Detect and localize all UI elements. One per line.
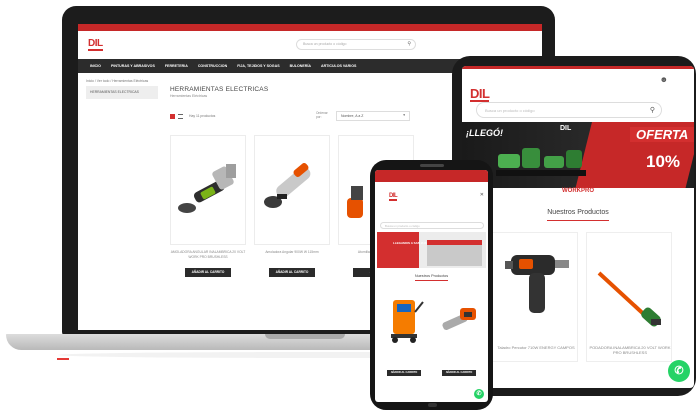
product-name[interactable]: PODADORA INALAMBRICA 20 VOLT WORK PRO BR… [587, 345, 673, 355]
chainsaw-image [442, 308, 476, 330]
add-to-cart-button[interactable]: AÑADIR AL CARRITO [269, 268, 315, 277]
banner-red-panel [377, 232, 419, 268]
product-card[interactable]: Amoladora Angular 900W W 115mm AÑADIR AL… [254, 135, 330, 277]
decorative-line [57, 358, 69, 360]
site-header: DIL ✕ [375, 182, 488, 204]
product-card[interactable]: Taladro Percutor 710W ENERGY CAMPOS [492, 232, 578, 362]
banner-logo: DIL [560, 125, 572, 132]
grid-view-icon[interactable] [170, 113, 175, 119]
product-card[interactable]: AÑADIR AL CARRITO [379, 288, 429, 380]
nav-item-pinturas[interactable]: PINTURAS Y ABRASIVOS [111, 64, 155, 68]
store-building-image [427, 240, 482, 266]
results-count: Hay 11 productos [189, 114, 216, 118]
pressure-washer-image [391, 300, 424, 343]
search-placeholder: Busca un producto o código [303, 42, 347, 46]
brand-label: WORKPRO [562, 188, 594, 194]
device-mockup-stage: DIL Busca un producto o código ⚲ INICIO … [0, 0, 697, 411]
angle-grinder-image [264, 163, 311, 208]
search-icon[interactable]: ⚲ [650, 106, 655, 114]
hammer-drill-image [505, 255, 569, 313]
add-to-cart-button[interactable]: AÑADIR AL CARRITO [387, 370, 421, 376]
promo-banner[interactable]: LLEGAMOS A SAN JUAN [377, 232, 486, 268]
nav-item-fija-tejidos[interactable]: FIJA, TEJIDOS Y SOGAS [237, 64, 279, 68]
whatsapp-icon[interactable]: ✆ [474, 389, 484, 399]
product-name[interactable]: Amoladora Angular 900W W 115mm [254, 250, 330, 268]
banner-text: LLEGAMOS A SAN JUAN [393, 241, 429, 245]
nav-item-buloneria[interactable]: BULONERÍA [290, 64, 311, 68]
search-input[interactable]: Busca un producto o código [380, 222, 484, 229]
nav-item-ferreteria[interactable]: FERRETERIA [165, 64, 188, 68]
search-input[interactable]: Busca un producto o código ⚲ [476, 102, 662, 118]
banner-percent: 10% [646, 152, 681, 171]
site-logo[interactable]: DIL [470, 87, 490, 102]
product-image[interactable] [170, 135, 246, 245]
banner-headline: ¡LLEGÓ! [466, 128, 503, 138]
nav-item-construccion[interactable]: CONSTRUCCION [198, 64, 227, 68]
add-to-cart-button[interactable]: AÑADIR AL CARRITO [185, 268, 231, 277]
angle-grinder-image [178, 164, 236, 213]
whatsapp-icon[interactable]: ✆ [668, 360, 690, 382]
nav-item-articulos[interactable]: ARTICULOS VARIOS [321, 64, 356, 68]
phone-speaker [420, 164, 444, 167]
search-icon[interactable]: ⚲ [407, 41, 411, 47]
product-card[interactable]: AÑADIR AL CARRITO [434, 288, 484, 380]
sidebar-item-herramientas[interactable]: HERRAMIENTAS ELECTRICAS [86, 86, 158, 99]
top-bar [78, 24, 542, 31]
section-underline [547, 220, 609, 221]
close-icon[interactable]: ✕ [480, 192, 484, 198]
hedge-trimmer-image [597, 271, 661, 327]
sort-value: Nombre, A a Z [341, 114, 364, 118]
section-underline [415, 280, 448, 281]
nav-item-inicio[interactable]: INICIO [90, 64, 101, 68]
user-icon[interactable]: ☻ [660, 75, 668, 84]
product-card[interactable]: AMOLADORA ANGULAR INALAMBRICA 20 VOLT WO… [170, 135, 246, 277]
product-name[interactable]: Taladro Percutor 710W ENERGY CAMPOS [493, 345, 579, 350]
search-input[interactable]: Busca un producto o código ⚲ [296, 39, 416, 50]
product-card[interactable]: PODADORA INALAMBRICA 20 VOLT WORK PRO BR… [586, 232, 672, 362]
tablet-screen: DIL ☻ Busca un producto o código ⚲ ¡LLEG… [462, 66, 694, 388]
tools-illustration [496, 148, 586, 176]
site-header: DIL Busca un producto o código ⚲ [78, 31, 542, 59]
top-bar [375, 170, 488, 182]
product-name[interactable]: AMOLADORA ANGULAR INALAMBRICA 20 VOLT WO… [170, 250, 246, 268]
laptop-notch [265, 334, 345, 339]
sort-label: Ordenar por: [316, 111, 328, 119]
add-to-cart-button[interactable]: AÑADIR AL CARRITO [442, 370, 476, 376]
sort-select[interactable]: Nombre, A a Z ▾ [336, 111, 410, 121]
chevron-down-icon: ▾ [403, 113, 405, 117]
site-logo[interactable]: DIL [88, 39, 103, 51]
section-title: Nuestros Productos [414, 274, 449, 278]
search-placeholder: Busca un producto o código [385, 224, 420, 228]
banner-offer: OFERTA [630, 127, 694, 142]
phone-home-indicator [428, 403, 437, 407]
list-view-icon[interactable] [178, 113, 183, 119]
section-title: Nuestros Productos [547, 209, 609, 216]
search-placeholder: Busca un producto o código [485, 108, 535, 113]
phone-screen: DIL ✕ Busca un producto o código LLEGAMO… [375, 170, 488, 402]
site-logo[interactable]: DIL [389, 193, 398, 201]
product-image[interactable] [254, 135, 330, 245]
promo-banner[interactable]: ¡LLEGÓ! DIL OFERTA 10% [462, 122, 694, 188]
